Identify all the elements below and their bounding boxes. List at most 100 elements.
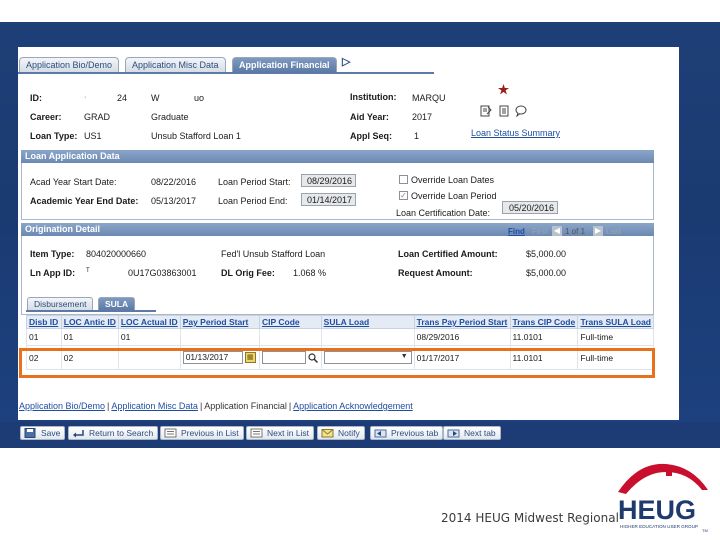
previous-tab-icon	[374, 429, 387, 438]
favorite-star-icon[interactable]	[498, 84, 509, 95]
item-type-label: Item Type:	[30, 249, 75, 259]
return-to-search-button[interactable]: Return to Search	[68, 426, 159, 440]
override-loan-period-checkbox[interactable]: ✓	[399, 191, 408, 200]
footer-caption: 2014 HEUG Midwest Regional	[441, 511, 619, 525]
logo-subtitle: HIGHER EDUCATION USER GROUP	[620, 524, 698, 529]
find-link[interactable]: Find	[508, 227, 525, 236]
cell-trans-cip-code: 11.0101	[509, 328, 579, 346]
link-application-financial-current: Application Financial	[204, 401, 287, 411]
loan-status-summary-link[interactable]: Loan Status Summary	[471, 128, 560, 138]
next-in-list-icon	[250, 428, 263, 438]
cell-sula-load	[320, 328, 415, 346]
col-disb-id[interactable]: Disb ID	[26, 315, 62, 329]
col-pay-period-start[interactable]: Pay Period Start	[179, 315, 261, 329]
ln-app-id-label: Ln App ID:	[30, 268, 76, 278]
col-sula-load[interactable]: SULA Load	[320, 315, 415, 329]
next-tab-icon	[447, 429, 460, 438]
ln-app-id-value-2: 0U17G03863001	[128, 268, 197, 278]
previous-tab-button[interactable]: Previous tab	[370, 426, 444, 440]
name-part1: W	[151, 93, 160, 103]
acad-year-start-value: 08/22/2016	[151, 177, 197, 187]
academic-year-end-value: 05/13/2017	[151, 196, 197, 206]
tab-application-bio-demo[interactable]: Application Bio/Demo	[19, 57, 120, 72]
id-label: ID:	[30, 93, 42, 103]
last-label[interactable]: Last	[606, 227, 621, 236]
career-label: Career:	[30, 112, 62, 122]
note-icon[interactable]	[480, 105, 492, 117]
previous-in-list-button[interactable]: Previous in List	[160, 426, 244, 440]
save-icon	[24, 428, 36, 438]
dl-orig-fee-value: 1.068	[293, 268, 316, 278]
next-in-list-button[interactable]: Next in List	[246, 426, 315, 440]
subtab-underline	[26, 310, 156, 312]
save-label: Save	[41, 428, 61, 438]
institution-value: MARQU	[412, 93, 446, 103]
name-part2: uo	[194, 93, 205, 103]
subtab-disbursement[interactable]: Disbursement	[27, 297, 94, 310]
link-application-bio-demo[interactable]: Application Bio/Demo	[19, 401, 105, 411]
comment-icon[interactable]	[515, 105, 527, 117]
subtab-sula[interactable]: SULA	[98, 297, 136, 310]
tab-scroll-right-icon[interactable]: ▷	[342, 55, 352, 68]
id-value: 24	[117, 93, 128, 103]
ln-app-id-value: T	[86, 268, 90, 274]
loan-period-end-field: 01/14/2017	[301, 193, 356, 206]
document-icon[interactable]	[498, 105, 510, 117]
envelope-icon	[321, 429, 334, 438]
cell-loc-actual-id: 01	[117, 328, 181, 346]
slide-top-band	[0, 0, 720, 22]
col-trans-sula-load[interactable]: Trans SULA Load	[577, 315, 654, 329]
loan-period-start-label: Loan Period Start:	[218, 177, 291, 187]
cell-trans-sula-load: Full-time	[577, 328, 654, 346]
tab-application-financial[interactable]: Application Financial	[232, 57, 337, 72]
loan-certified-amount-label: Loan Certified Amount:	[398, 249, 498, 259]
loan-type-code: US1	[84, 131, 102, 141]
prev-row-icon[interactable]: ◀	[552, 226, 562, 236]
highlight-annotation-box	[19, 348, 655, 378]
request-amount-value: $5,000.00	[526, 268, 567, 278]
separator: |	[288, 401, 292, 411]
logo-trademark: TM	[702, 528, 708, 533]
table-row: 01 01 01 08/29/2016 11.0101 Full-time	[26, 328, 654, 346]
appl-seq-label: Appl Seq:	[350, 131, 392, 141]
first-label[interactable]: First	[532, 227, 548, 236]
institution-label: Institution:	[350, 92, 397, 102]
col-trans-pay-period-start[interactable]: Trans Pay Period Start	[413, 315, 511, 329]
cell-cip-code	[259, 328, 322, 346]
override-loan-period-label: Override Loan Period	[411, 191, 497, 201]
previous-tab-label: Previous tab	[391, 428, 439, 438]
item-type-desc: Fed'l Unsub Stafford Loan	[221, 249, 326, 259]
cell-pay-period-start	[179, 328, 261, 346]
col-cip-code[interactable]: CIP Code	[259, 315, 322, 329]
next-tab-label: Next tab	[464, 428, 496, 438]
tab-application-misc-data[interactable]: Application Misc Data	[125, 57, 226, 72]
return-icon	[73, 430, 84, 438]
row-counter: 1 of 1	[565, 227, 586, 236]
col-trans-cip-code[interactable]: Trans CIP Code	[509, 315, 579, 329]
loan-application-data-header: Loan Application Data	[21, 150, 654, 163]
dl-orig-fee-label: DL Orig Fee:	[221, 268, 275, 278]
previous-in-list-icon	[164, 428, 177, 438]
col-loc-actual-id[interactable]: LOC Actual ID	[117, 315, 181, 329]
loan-period-end-label: Loan Period End:	[218, 196, 288, 206]
career-code: GRAD	[84, 112, 111, 122]
link-application-acknowledgement[interactable]: Application Acknowledgement	[293, 401, 413, 411]
return-to-search-label: Return to Search	[89, 428, 154, 438]
next-row-icon[interactable]: ▶	[593, 226, 603, 236]
notify-button[interactable]: Notify	[317, 426, 365, 440]
loan-type-label: Loan Type:	[30, 131, 78, 141]
link-application-misc-data[interactable]: Application Misc Data	[111, 401, 198, 411]
cell-loc-antic-id: 01	[60, 328, 119, 346]
loan-certification-date-field: 05/20/2016	[502, 201, 558, 214]
aid-year-label: Aid Year:	[350, 112, 389, 122]
loan-certified-amount-value: $5,000.00	[526, 249, 567, 259]
save-button[interactable]: Save	[20, 426, 66, 440]
page-links-bar: Application Bio/Demo | Application Misc Da…	[19, 401, 413, 411]
override-loan-dates-checkbox[interactable]	[399, 175, 408, 184]
previous-in-list-label: Previous in List	[181, 428, 239, 438]
next-in-list-label: Next in List	[267, 428, 310, 438]
notify-label: Notify	[338, 428, 360, 438]
request-amount-label: Request Amount:	[398, 268, 473, 278]
col-loc-antic-id[interactable]: LOC Antic ID	[60, 315, 119, 329]
next-tab-button[interactable]: Next tab	[443, 426, 501, 440]
